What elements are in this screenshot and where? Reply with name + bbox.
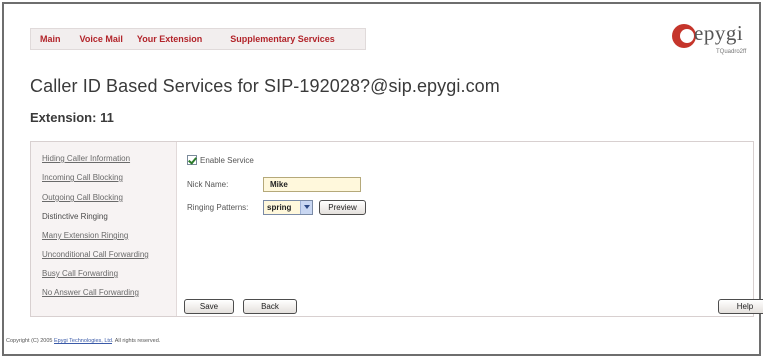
save-button[interactable]: Save xyxy=(184,299,234,314)
epygi-logo: epygi TQuadro2ff xyxy=(672,21,762,62)
nav-main[interactable]: Main xyxy=(40,34,61,44)
enable-service-checkbox[interactable] xyxy=(187,155,197,165)
footer-prefix: Copyright (C) 2005 xyxy=(6,338,54,344)
service-form: Enable Service Nick Name: Mike Ringing P… xyxy=(178,142,763,316)
sidebar-item-outgoing-call-blocking[interactable]: Outgoing Call Blocking xyxy=(42,193,123,202)
enable-service-label: Enable Service xyxy=(200,155,254,165)
sidebar-item-incoming-call-blocking[interactable]: Incoming Call Blocking xyxy=(42,173,123,182)
top-nav: Main Voice Mail Your Extension Supplemen… xyxy=(30,28,366,50)
services-panel: Hiding Caller Information Incoming Call … xyxy=(30,141,763,317)
back-button[interactable]: Back xyxy=(243,299,297,314)
sidebar-item-distinctive-ringing[interactable]: Distinctive Ringing xyxy=(42,212,108,221)
sidebar-item-unconditional-call-forwarding[interactable]: Unconditional Call Forwarding xyxy=(42,250,149,259)
ringing-patterns-select[interactable]: spring xyxy=(263,200,313,215)
footer-company-link[interactable]: Epygi Technologies, Ltd xyxy=(54,338,112,344)
extension-title: Extension: 11 xyxy=(30,110,114,125)
nav-your-extension[interactable]: Your Extension xyxy=(137,34,202,44)
ringing-patterns-value: spring xyxy=(267,203,292,212)
enable-service-row: Enable Service xyxy=(187,155,254,165)
help-button[interactable]: Help xyxy=(718,299,763,314)
sidebar-item-no-answer-call-forwarding[interactable]: No Answer Call Forwarding xyxy=(42,288,139,297)
sidebar-item-hiding-caller-information[interactable]: Hiding Caller Information xyxy=(42,154,130,163)
logo-model: TQuadro2ff xyxy=(716,49,747,55)
page-title: Caller ID Based Services for SIP-192028?… xyxy=(30,76,500,96)
footer-copyright: Copyright (C) 2005 Epygi Technologies, L… xyxy=(6,338,160,344)
nav-voice-mail[interactable]: Voice Mail xyxy=(80,34,123,44)
logo-word: epygi xyxy=(694,21,744,45)
ringing-patterns-label: Ringing Patterns: xyxy=(187,203,249,212)
footer-suffix: . All rights reserved. xyxy=(112,338,161,344)
logo-mark-icon xyxy=(672,24,696,48)
preview-button[interactable]: Preview xyxy=(319,200,366,215)
sidebar-item-busy-call-forwarding[interactable]: Busy Call Forwarding xyxy=(42,269,118,278)
nick-name-label: Nick Name: xyxy=(187,180,229,189)
nav-supplementary-services[interactable]: Supplementary Services xyxy=(230,34,335,44)
page-frame: Main Voice Mail Your Extension Supplemen… xyxy=(2,2,763,356)
sidebar-item-many-extension-ringing[interactable]: Many Extension Ringing xyxy=(42,231,128,240)
nick-name-input[interactable]: Mike xyxy=(263,177,361,192)
chevron-down-icon[interactable] xyxy=(300,201,312,214)
sidebar: Hiding Caller Information Incoming Call … xyxy=(31,142,177,316)
